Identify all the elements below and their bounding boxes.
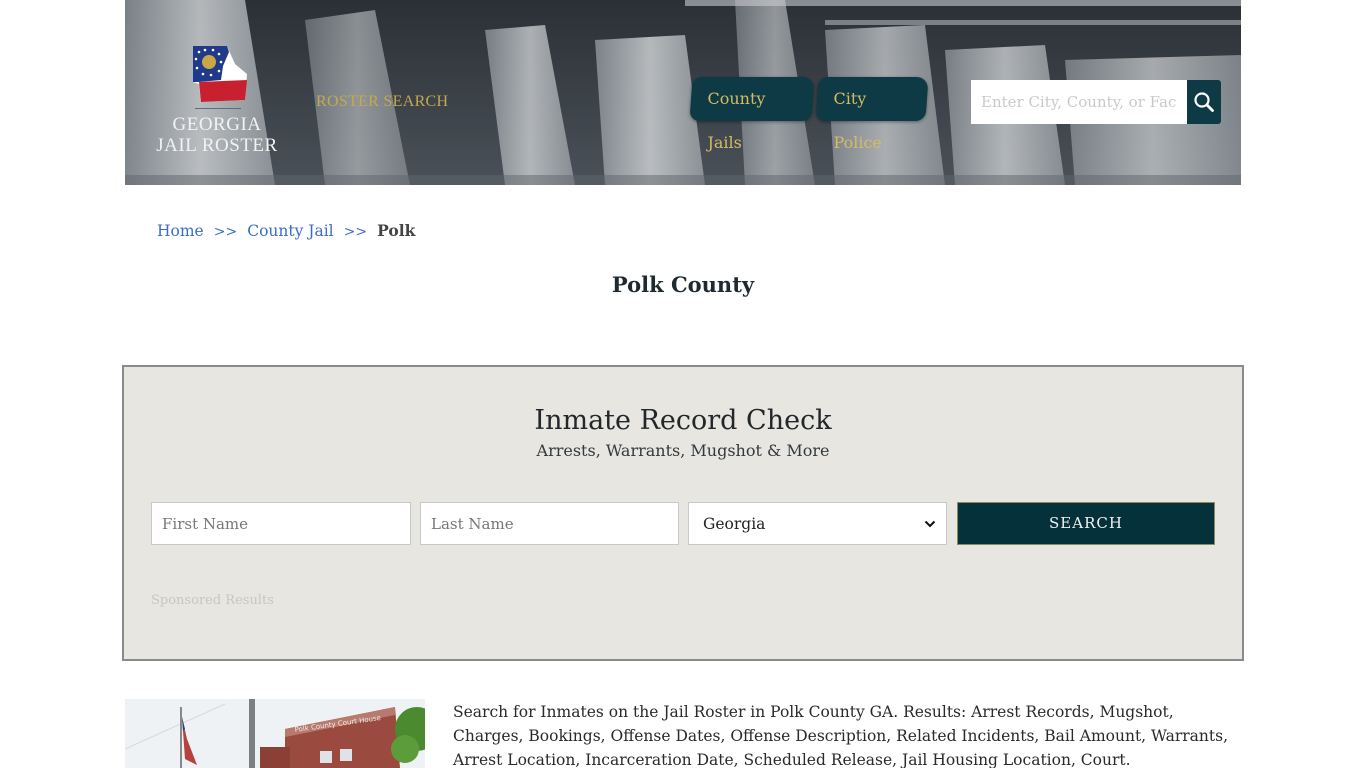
logo-divider	[195, 108, 241, 109]
header-search-button[interactable]	[1187, 80, 1221, 124]
record-check-subtitle: Arrests, Warrants, Mugshot & More	[536, 441, 830, 460]
nav-city-police-label: City Police	[833, 89, 882, 152]
breadcrumb-home[interactable]: Home	[157, 222, 204, 240]
breadcrumb-separator: >>	[343, 224, 368, 240]
logo-line-1: GEORGIA	[172, 114, 262, 135]
nav-county-jails[interactable]: County Jails	[689, 77, 815, 152]
sponsored-results-label: Sponsored Results	[151, 593, 274, 608]
logo-line-2: JAIL ROSTER	[156, 135, 278, 156]
state-select[interactable]: Georgia	[688, 502, 947, 545]
record-search-button[interactable]: SEARCH	[957, 502, 1215, 545]
nav-county-jails-label: County Jails	[707, 89, 766, 152]
inmate-record-check: Inmate Record Check Arrests, Warrants, M…	[122, 365, 1244, 661]
nav-city-police[interactable]: City Police	[815, 77, 929, 152]
chevron-down-icon	[924, 520, 936, 527]
courthouse-image: Polk County Court House	[125, 699, 425, 768]
roster-search-link[interactable]: ROSTER SEARCH	[316, 93, 448, 111]
search-icon	[1194, 92, 1214, 112]
georgia-flag-map-icon	[191, 46, 251, 104]
breadcrumb: Home >> County Jail >> Polk	[157, 221, 415, 240]
header-search	[971, 80, 1221, 124]
record-check-title: Inmate Record Check	[534, 405, 832, 436]
page-title: Polk County	[611, 272, 755, 297]
site-logo[interactable]: GEORGIA JAIL ROSTER	[153, 46, 281, 166]
first-name-input[interactable]	[151, 502, 411, 545]
breadcrumb-current: Polk	[377, 221, 416, 240]
breadcrumb-county-jail[interactable]: County Jail	[247, 222, 333, 240]
state-select-value: Georgia	[703, 514, 766, 533]
last-name-input[interactable]	[420, 502, 679, 545]
breadcrumb-separator: >>	[213, 224, 238, 240]
facility-search-input[interactable]	[971, 80, 1187, 124]
site-header: GEORGIA JAIL ROSTER ROSTER SEARCH County…	[125, 0, 1241, 185]
county-description: Search for Inmates on the Jail Roster in…	[453, 703, 1228, 768]
logo-text: GEORGIA JAIL ROSTER	[153, 114, 281, 156]
